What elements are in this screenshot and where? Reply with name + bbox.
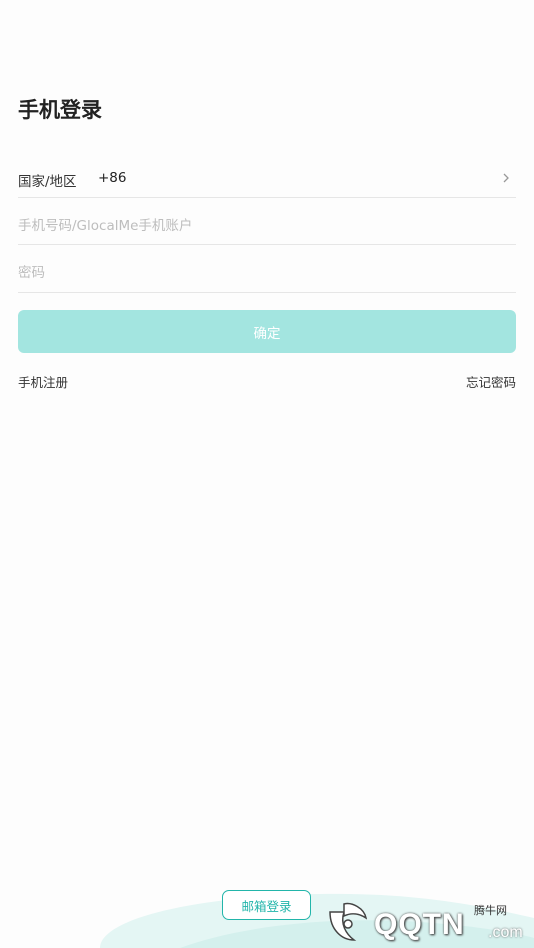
watermark-cn-text: 腾牛网 xyxy=(474,904,507,917)
phone-register-link[interactable]: 手机注册 xyxy=(18,372,68,391)
country-code: +86 xyxy=(98,170,127,186)
page-title: 手机登录 xyxy=(18,98,102,122)
login-screen: 手机登录 国家/地区 +86 确定 手机注册 忘记密码 邮箱登录 QQTN 腾牛… xyxy=(0,0,534,948)
chevron-right-icon xyxy=(503,173,509,183)
country-label: 国家/地区 xyxy=(18,174,77,190)
qqtn-watermark: QQTN 腾牛网 .com xyxy=(322,896,534,948)
country-selector[interactable]: 国家/地区 +86 xyxy=(18,160,516,198)
phone-input[interactable] xyxy=(18,215,508,237)
watermark-logo-text: QQTN xyxy=(374,908,465,941)
confirm-button[interactable]: 确定 xyxy=(18,310,516,353)
forgot-password-link[interactable]: 忘记密码 xyxy=(466,372,516,391)
password-input[interactable] xyxy=(18,262,508,284)
password-field-row xyxy=(18,254,516,293)
watermark-com-text: .com xyxy=(488,924,523,941)
phone-field-row xyxy=(18,207,516,245)
watermark-logo-icon xyxy=(329,902,368,941)
email-login-button[interactable]: 邮箱登录 xyxy=(222,890,311,920)
